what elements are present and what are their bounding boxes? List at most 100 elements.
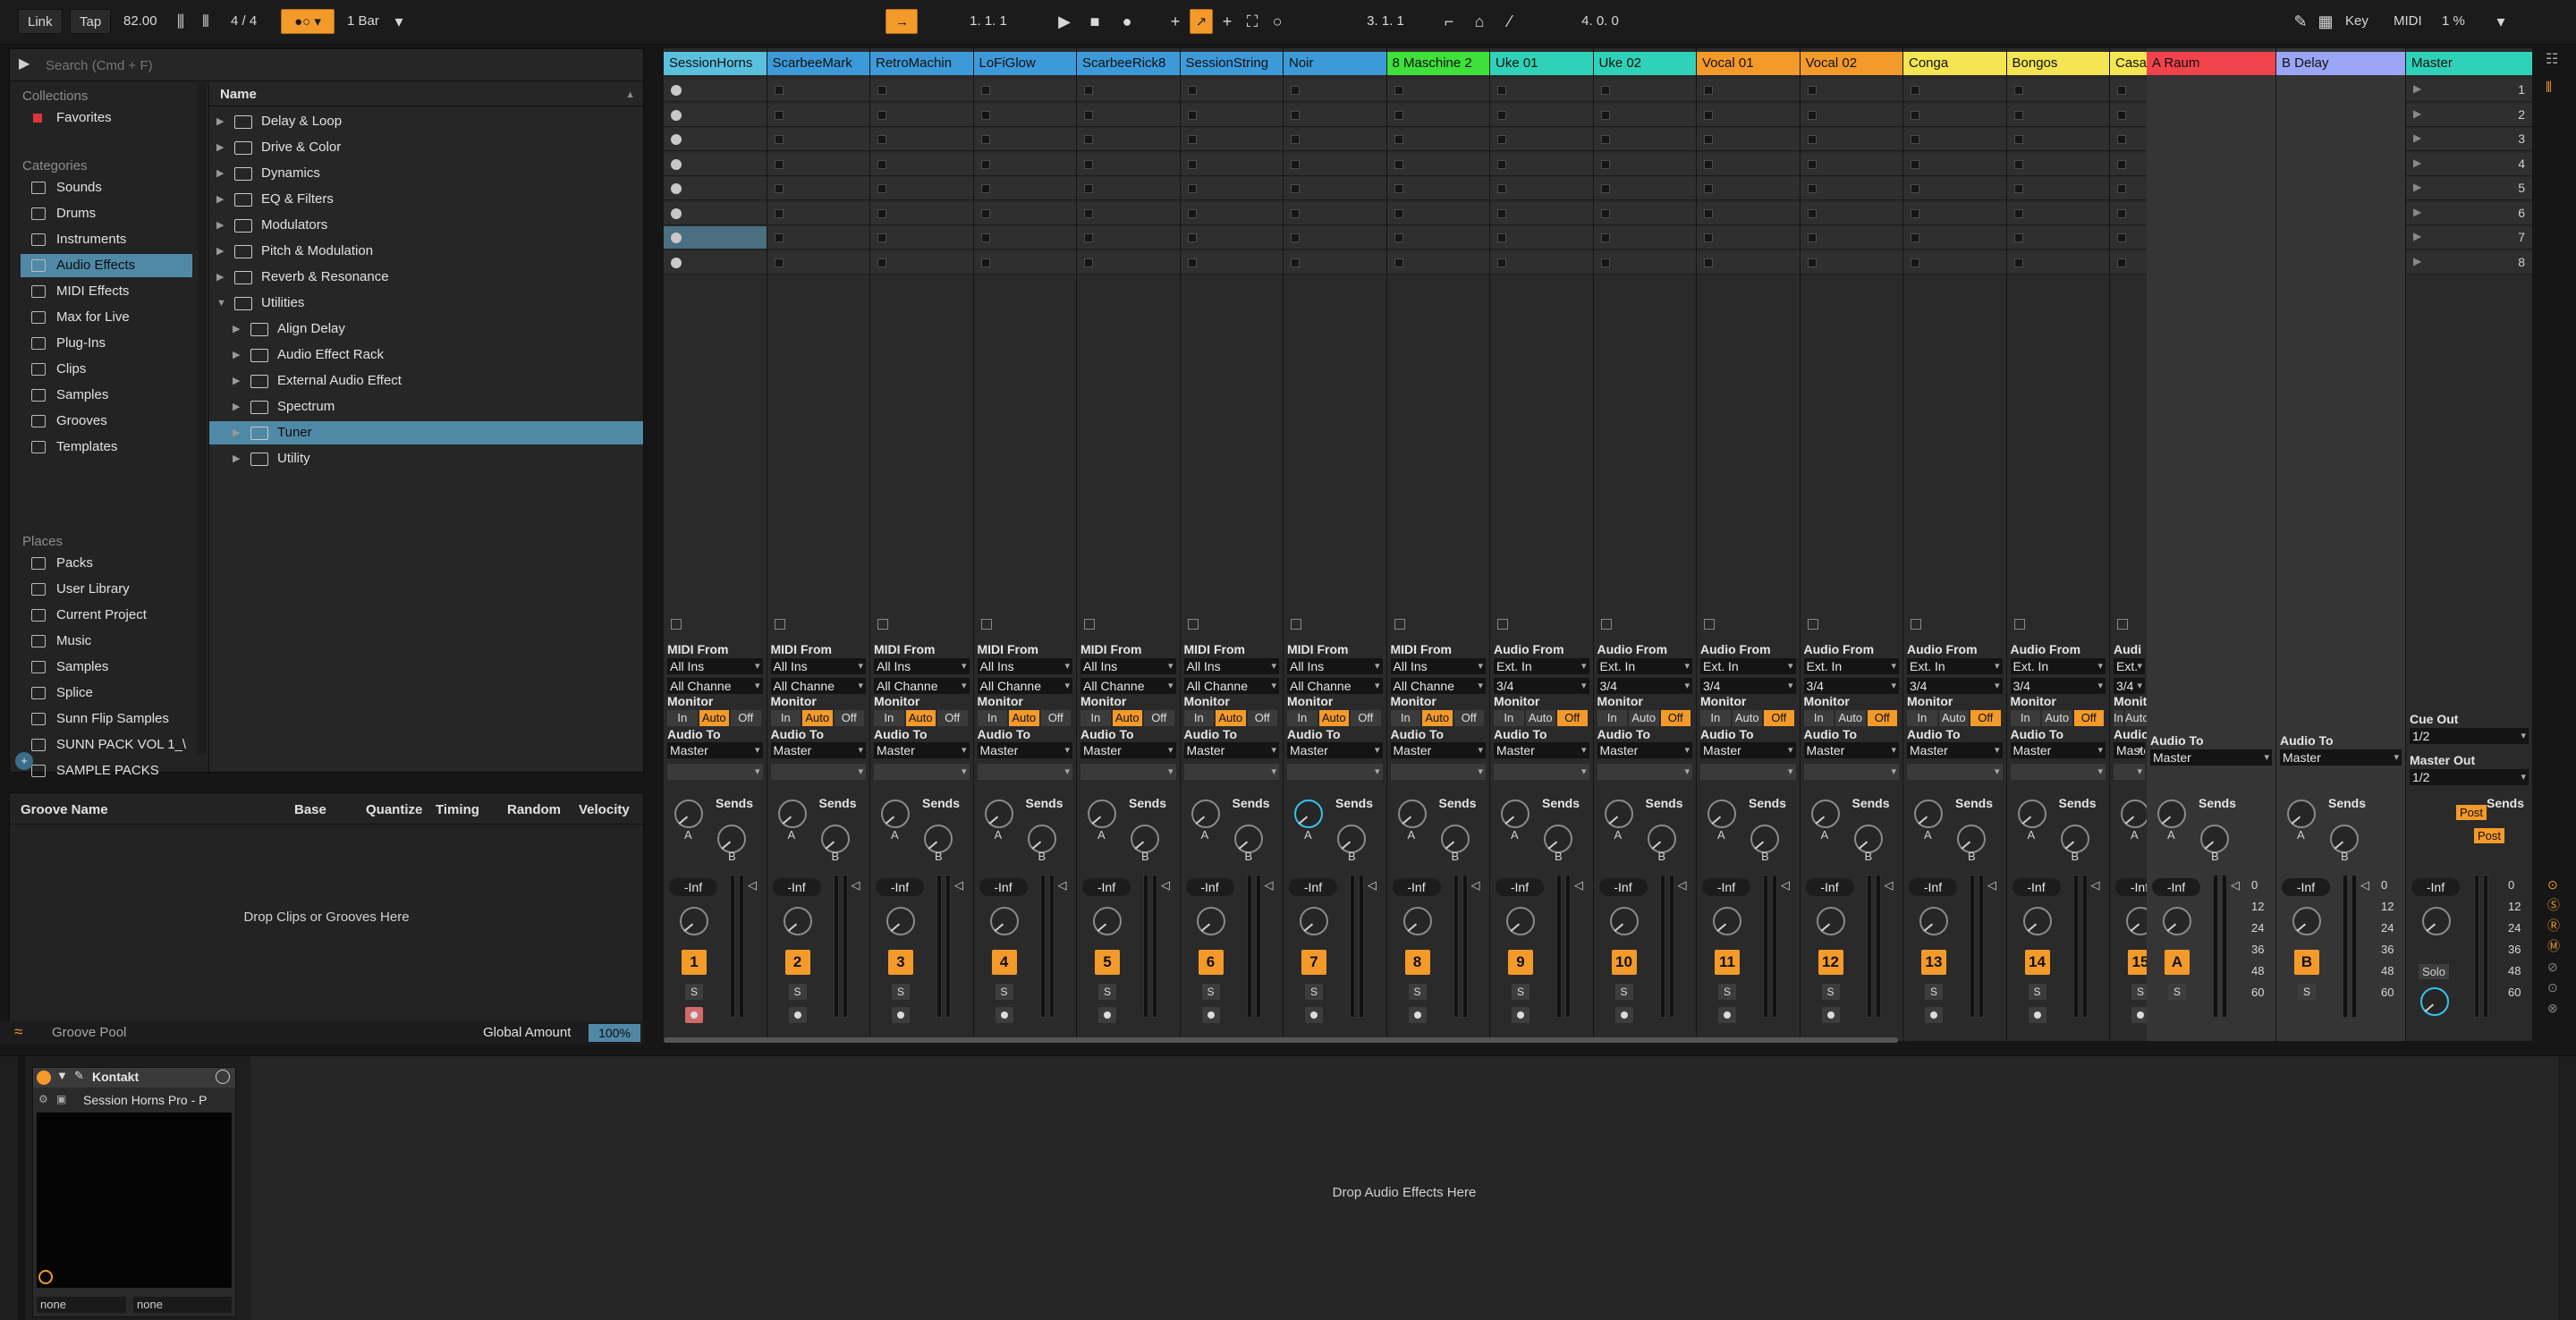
- clip-stop-icon[interactable]: [1807, 208, 1817, 218]
- track-stop-icon[interactable]: [1394, 619, 1405, 630]
- clip-stop-icon[interactable]: [1394, 233, 1403, 242]
- clip-stop-icon[interactable]: [1084, 110, 1093, 120]
- groove-drop-zone[interactable]: Drop Clips or Grooves Here: [10, 910, 643, 925]
- track-stop-icon[interactable]: [1704, 619, 1715, 630]
- keyboard-icon[interactable]: ▦: [2313, 9, 2338, 34]
- clip-slot[interactable]: [1697, 177, 1800, 200]
- pan-knob[interactable]: [2292, 907, 2321, 935]
- audio-to-select[interactable]: Master: [1080, 742, 1176, 758]
- track-activator[interactable]: 14: [2024, 950, 2050, 975]
- clip-slot[interactable]: [1697, 226, 1800, 250]
- clip-slot[interactable]: [2006, 79, 2109, 102]
- clip-stop-icon[interactable]: [2013, 86, 2023, 95]
- scene-launch-icon[interactable]: ▶: [2413, 181, 2421, 193]
- play-icon[interactable]: ▶: [1052, 9, 1077, 34]
- send-a-knob[interactable]: [2287, 800, 2316, 828]
- sidebar-item-midi-effects[interactable]: MIDI Effects: [21, 280, 192, 303]
- clip-slot[interactable]: [1697, 79, 1800, 102]
- clip-stop-icon[interactable]: [1704, 110, 1713, 120]
- track-stop-icon[interactable]: [1187, 619, 1199, 630]
- clip-slot[interactable]: [973, 103, 1076, 127]
- master-pan-knob[interactable]: [2422, 907, 2451, 935]
- clip-slot[interactable]: [1903, 226, 2006, 250]
- audio-to-select[interactable]: Master: [1907, 742, 2003, 758]
- pan-knob[interactable]: [1196, 907, 1225, 935]
- clip-slot[interactable]: [973, 177, 1076, 200]
- collapsed-arrow-icon[interactable]: ▶: [233, 317, 240, 341]
- output-channel-select[interactable]: [1803, 764, 1899, 780]
- collapsed-arrow-icon[interactable]: ▶: [216, 188, 224, 211]
- monitor-auto-button[interactable]: Auto: [1835, 710, 1866, 726]
- sidebar-item-grooves[interactable]: Grooves: [21, 410, 192, 433]
- clip-stop-icon[interactable]: [1497, 258, 1506, 267]
- return-header[interactable]: B Delay: [2276, 52, 2405, 75]
- monitor-in-button[interactable]: In: [770, 710, 801, 726]
- clip-slot[interactable]: [870, 152, 973, 176]
- clip-stop-icon[interactable]: [1394, 110, 1403, 120]
- browser-row[interactable]: ▶ EQ & Filters: [209, 188, 643, 211]
- clip-stop-icon[interactable]: [1291, 86, 1300, 95]
- clip-slot[interactable]: [1386, 152, 1489, 176]
- volume-slider-icon[interactable]: ◁: [1368, 878, 1377, 893]
- clip-stop-icon[interactable]: [1600, 159, 1610, 169]
- clip-slot[interactable]: [1077, 250, 1180, 275]
- browser-row[interactable]: ▶ Utility: [209, 447, 643, 470]
- pan-knob[interactable]: [1713, 907, 1741, 935]
- volume-field[interactable]: -Inf: [1702, 878, 1750, 896]
- session-record-icon[interactable]: ⛶: [1240, 9, 1265, 34]
- monitor-auto-button[interactable]: Auto: [2124, 710, 2148, 726]
- master-out-select[interactable]: 1/2: [2410, 769, 2529, 785]
- track-header[interactable]: Casa: [2110, 52, 2148, 75]
- solo-button[interactable]: S: [1305, 984, 1323, 1000]
- audio-to-select[interactable]: Master: [1390, 742, 1486, 758]
- input-channel-select[interactable]: All Channe: [1183, 678, 1279, 694]
- track-stop-icon[interactable]: [1600, 619, 1612, 630]
- clip-stop-icon[interactable]: [1291, 184, 1300, 193]
- clip-stop-icon[interactable]: [1187, 159, 1197, 169]
- clip-stop-icon[interactable]: [1497, 233, 1506, 242]
- sidebar-item-sounds[interactable]: Sounds: [21, 176, 192, 199]
- clip-stop-icon[interactable]: [2013, 208, 2023, 218]
- send-a-knob[interactable]: [1294, 800, 1323, 828]
- collapsed-arrow-icon[interactable]: ▶: [216, 136, 224, 159]
- save-icon[interactable]: ▣: [56, 1093, 66, 1105]
- nudge-icon[interactable]: ⦀: [193, 9, 218, 34]
- sidebar-scrollbar[interactable]: [198, 83, 207, 754]
- clip-slot[interactable]: [1490, 226, 1593, 250]
- track-header[interactable]: LoFiGlow: [973, 52, 1076, 75]
- track-stop-icon[interactable]: [1807, 619, 1818, 630]
- input-channel-select[interactable]: 3/4: [1907, 678, 2003, 694]
- clip-stop-icon[interactable]: [1084, 208, 1093, 218]
- clip-stop-icon[interactable]: [1291, 159, 1300, 169]
- input-channel-select[interactable]: 3/4: [2010, 678, 2106, 694]
- clip-stop-icon[interactable]: [1187, 110, 1197, 120]
- loop-icon[interactable]: ○: [1265, 9, 1290, 34]
- name-column-header[interactable]: Name ▲: [209, 83, 644, 106]
- monitor-off-button[interactable]: Off: [937, 710, 968, 726]
- input-channel-select[interactable]: 3/4: [2114, 678, 2145, 694]
- monitor-off-button[interactable]: Off: [731, 710, 761, 726]
- volume-slider-icon[interactable]: ◁: [1678, 878, 1687, 893]
- clip-stop-icon[interactable]: [1911, 135, 1919, 144]
- monitor-auto-button[interactable]: Auto: [905, 710, 936, 726]
- monitor-auto-button[interactable]: Auto: [1732, 710, 1762, 726]
- collapsed-arrow-icon[interactable]: ▶: [233, 421, 240, 444]
- clip-slot[interactable]: [2006, 103, 2109, 127]
- arm-button[interactable]: [685, 1007, 703, 1023]
- clip-stop-icon[interactable]: [877, 110, 886, 120]
- post-a-button[interactable]: Post: [2456, 805, 2487, 820]
- volume-slider-icon[interactable]: ◁: [1781, 878, 1790, 893]
- track-header[interactable]: Uke 01: [1490, 52, 1593, 75]
- clip-stop-icon[interactable]: [980, 86, 990, 95]
- collapsed-arrow-icon[interactable]: ▶: [233, 447, 240, 470]
- quantize-select[interactable]: 1 Bar: [338, 9, 388, 34]
- clip-stop-icon[interactable]: [2013, 159, 2023, 169]
- place-item-samples[interactable]: Samples: [21, 656, 192, 679]
- clip-record-icon[interactable]: [671, 233, 682, 243]
- clip-slot[interactable]: [1490, 79, 1593, 102]
- pan-knob[interactable]: [2163, 907, 2191, 935]
- pan-knob[interactable]: [989, 907, 1019, 935]
- volume-field[interactable]: -Inf: [876, 878, 924, 896]
- clip-stop-icon[interactable]: [1600, 258, 1610, 267]
- clip-stop-icon[interactable]: [1911, 159, 1919, 169]
